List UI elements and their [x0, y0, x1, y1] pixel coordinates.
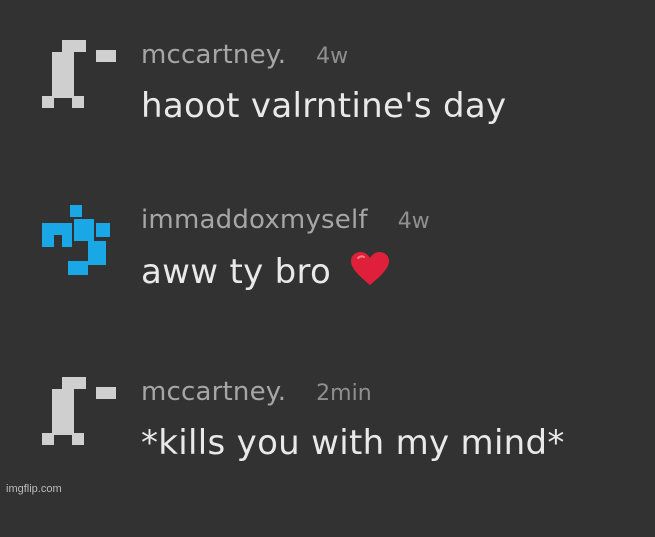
watermark: imgflip.com: [6, 483, 62, 495]
comment-text: aww ty bro: [141, 251, 390, 296]
avatar[interactable]: [40, 377, 120, 457]
heart-icon: [350, 251, 390, 296]
comment-text: haoot valrntine's day: [141, 86, 507, 126]
avatar[interactable]: [40, 205, 120, 285]
timestamp: 4w: [397, 209, 430, 234]
comment-meta: mccartney. 2min: [141, 377, 372, 413]
comment-item: immaddoxmyself 4w aww ty bro: [0, 205, 655, 365]
avatar[interactable]: [40, 40, 120, 120]
username[interactable]: mccartney.: [141, 40, 286, 70]
timestamp: 2min: [316, 381, 372, 406]
timestamp: 4w: [316, 44, 349, 69]
comment-item: mccartney. 4w haoot valrntine's day: [0, 40, 655, 200]
comment-text-content: aww ty bro: [141, 252, 332, 292]
comment-meta: mccartney. 4w: [141, 40, 348, 76]
comment-item: mccartney. 2min *kills you with my mind*: [0, 377, 655, 537]
username[interactable]: immaddoxmyself: [141, 205, 368, 235]
username[interactable]: mccartney.: [141, 377, 286, 407]
comment-text: *kills you with my mind*: [141, 423, 565, 463]
comment-meta: immaddoxmyself 4w: [141, 205, 430, 241]
